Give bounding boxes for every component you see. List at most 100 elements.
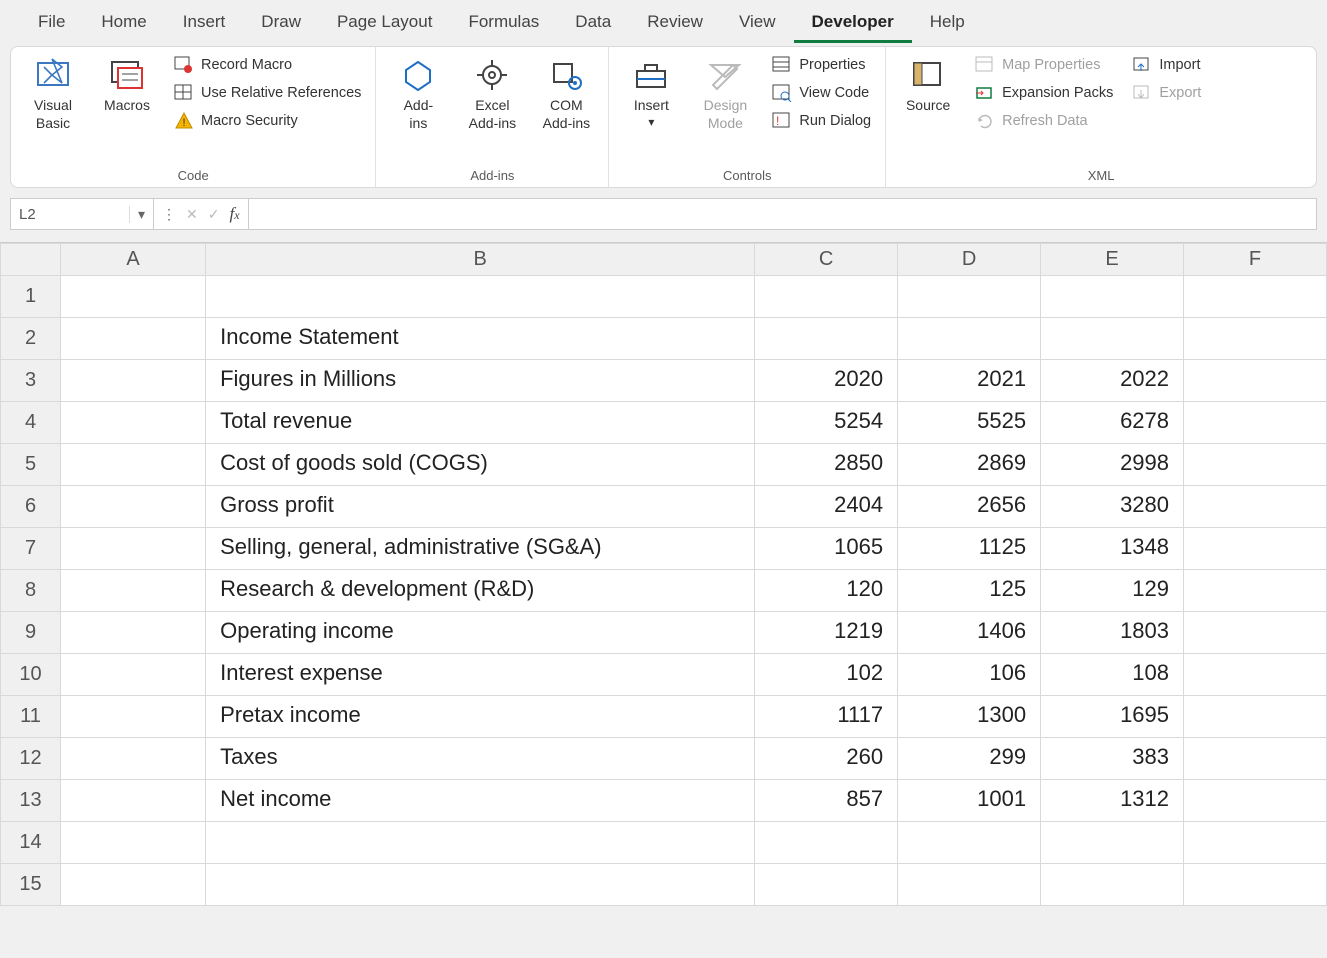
cell[interactable] [1184,486,1327,528]
cell[interactable]: Research & development (R&D) [206,570,755,612]
xml-import-button[interactable]: Import [1127,53,1205,77]
cell[interactable] [61,738,206,780]
cell[interactable] [1184,528,1327,570]
row-header[interactable]: 13 [1,780,61,822]
cell[interactable] [1184,318,1327,360]
cell[interactable] [206,864,755,906]
cell[interactable]: 1300 [898,696,1041,738]
cell[interactable] [61,822,206,864]
cell[interactable] [1184,612,1327,654]
view-code-button[interactable]: View Code [767,81,875,105]
cell[interactable] [1184,276,1327,318]
cell[interactable]: Interest expense [206,654,755,696]
cell[interactable]: 125 [898,570,1041,612]
cell[interactable]: Operating income [206,612,755,654]
cell[interactable] [1184,444,1327,486]
cell[interactable] [61,444,206,486]
tab-help[interactable]: Help [912,2,983,43]
cell[interactable] [1184,570,1327,612]
cell[interactable]: 1065 [755,528,898,570]
cell[interactable]: 1219 [755,612,898,654]
row-header[interactable]: 9 [1,612,61,654]
row-header[interactable]: 15 [1,864,61,906]
cell[interactable] [1184,360,1327,402]
cell[interactable] [898,822,1041,864]
cell[interactable] [755,276,898,318]
cell[interactable]: 299 [898,738,1041,780]
cell[interactable]: Total revenue [206,402,755,444]
cell[interactable] [61,696,206,738]
cell[interactable] [61,570,206,612]
cell[interactable] [1041,276,1184,318]
cell[interactable] [1184,822,1327,864]
cell[interactable]: Cost of goods sold (COGS) [206,444,755,486]
cell[interactable]: 102 [755,654,898,696]
cell[interactable] [1041,822,1184,864]
cell[interactable]: 129 [1041,570,1184,612]
properties-button[interactable]: Properties [767,53,875,77]
cell[interactable] [755,864,898,906]
cell[interactable]: 2656 [898,486,1041,528]
tab-review[interactable]: Review [629,2,721,43]
cell[interactable]: 857 [755,780,898,822]
row-header[interactable]: 3 [1,360,61,402]
insert-function-button[interactable]: fx [229,204,239,224]
cell[interactable]: 383 [1041,738,1184,780]
col-header-D[interactable]: D [898,244,1041,276]
row-header[interactable]: 10 [1,654,61,696]
enter-formula-icon[interactable]: ✓ [208,206,220,223]
cell[interactable] [61,780,206,822]
tab-page-layout[interactable]: Page Layout [319,2,450,43]
cell[interactable]: 1312 [1041,780,1184,822]
cell[interactable]: 2020 [755,360,898,402]
cell[interactable]: 1125 [898,528,1041,570]
tab-home[interactable]: Home [83,2,164,43]
cell[interactable] [1184,402,1327,444]
design-mode-button[interactable]: Design Mode [693,53,757,134]
tab-formulas[interactable]: Formulas [450,2,557,43]
cell[interactable] [61,486,206,528]
row-header[interactable]: 11 [1,696,61,738]
refresh-data-button[interactable]: Refresh Data [970,109,1117,133]
xml-source-button[interactable]: Source [896,53,960,117]
row-header[interactable]: 14 [1,822,61,864]
tab-data[interactable]: Data [557,2,629,43]
cell[interactable]: 260 [755,738,898,780]
more-icon[interactable]: ⋮ [162,206,176,223]
cell[interactable] [61,528,206,570]
cell[interactable] [61,864,206,906]
tab-draw[interactable]: Draw [243,2,319,43]
cell[interactable] [61,612,206,654]
insert-controls-button[interactable]: Insert ▾ [619,53,683,131]
col-header-A[interactable]: A [61,244,206,276]
row-header[interactable]: 6 [1,486,61,528]
cell[interactable]: 1695 [1041,696,1184,738]
row-header[interactable]: 7 [1,528,61,570]
cell[interactable]: Gross profit [206,486,755,528]
macros-button[interactable]: Macros [95,53,159,117]
formula-input[interactable] [249,198,1317,230]
cell[interactable] [61,360,206,402]
cancel-formula-icon[interactable]: ✕ [186,206,198,223]
cell[interactable] [755,318,898,360]
cell[interactable]: 2869 [898,444,1041,486]
select-all-corner[interactable] [1,244,61,276]
cell[interactable]: 3280 [1041,486,1184,528]
cell[interactable]: Income Statement [206,318,755,360]
tab-developer[interactable]: Developer [794,2,912,43]
cell[interactable]: 1117 [755,696,898,738]
cell[interactable]: 1001 [898,780,1041,822]
cell[interactable] [1184,696,1327,738]
col-header-E[interactable]: E [1041,244,1184,276]
cell[interactable] [1184,780,1327,822]
macro-security-button[interactable]: ! Macro Security [169,109,365,133]
cell[interactable]: 108 [1041,654,1184,696]
tab-view[interactable]: View [721,2,794,43]
col-header-C[interactable]: C [755,244,898,276]
cell[interactable] [1184,654,1327,696]
cell[interactable] [1184,738,1327,780]
col-header-F[interactable]: F [1184,244,1327,276]
cell[interactable] [61,318,206,360]
row-header[interactable]: 12 [1,738,61,780]
cell[interactable]: 5525 [898,402,1041,444]
